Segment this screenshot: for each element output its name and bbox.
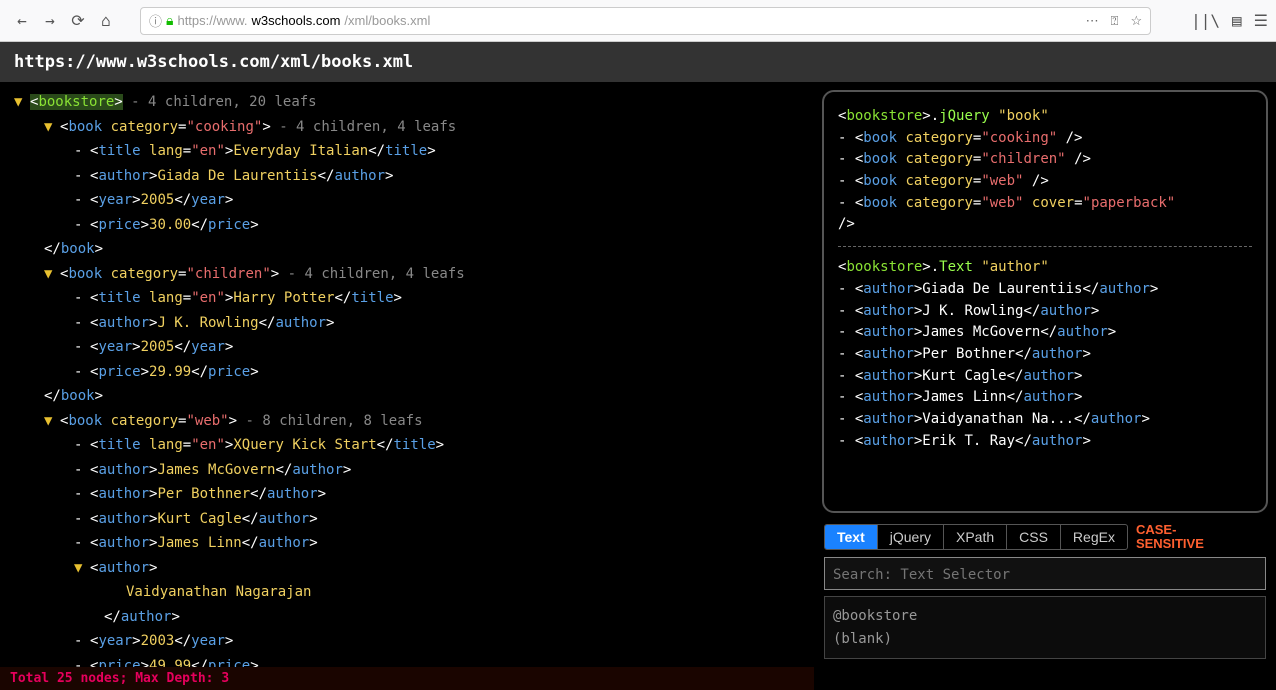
xml-tree: ▼<bookstore> - 4 children, 20 leafs▼<boo… (0, 82, 814, 667)
tab-regex[interactable]: RegEx (1061, 525, 1127, 549)
forward-button[interactable]: → (36, 7, 64, 35)
sidebar-icon[interactable]: ▤ (1232, 11, 1242, 30)
history-item[interactable]: @bookstore (833, 605, 1257, 627)
url-bar[interactable]: ⓘ 🔒︎ https://www. w3schools.com/xml/books… (140, 7, 1151, 35)
tab-xpath[interactable]: XPath (944, 525, 1007, 549)
menu-icon[interactable]: ☰ (1254, 11, 1268, 30)
tab-css[interactable]: CSS (1007, 525, 1061, 549)
history-item[interactable]: (blank) (833, 628, 1257, 650)
search-box[interactable] (824, 557, 1266, 590)
lock-icon: 🔒︎ (166, 12, 173, 29)
url-path: /xml/books.xml (344, 13, 430, 28)
expand-toggle[interactable]: ▼ (14, 90, 30, 115)
more-icon[interactable]: ⋯ (1086, 13, 1099, 29)
url-host: w3schools.com (252, 13, 341, 28)
selector-tabs: TextjQueryXPathCSSRegEx (824, 524, 1128, 550)
expand-toggle[interactable]: ▼ (44, 115, 60, 140)
browser-toolbar: ← → ⟳ ⌂ ⓘ 🔒︎ https://www. w3schools.com/x… (0, 0, 1276, 42)
query-results: <bookstore>.jQuery "book"- <book categor… (822, 90, 1268, 513)
shield-icon[interactable]: ⍰ (1111, 13, 1119, 29)
expand-toggle[interactable]: ▼ (44, 409, 60, 434)
star-icon[interactable]: ☆ (1130, 13, 1142, 29)
reload-button[interactable]: ⟳ (64, 7, 92, 35)
info-icon: ⓘ (149, 11, 162, 30)
search-input[interactable] (833, 567, 1257, 583)
library-icon[interactable]: ||\ (1191, 11, 1220, 30)
url-protocol: https://www. (177, 13, 247, 28)
tab-jquery[interactable]: jQuery (878, 525, 944, 549)
home-button[interactable]: ⌂ (92, 7, 120, 35)
status-bar: Total 25 nodes; Max Depth: 3 (0, 667, 814, 690)
back-button[interactable]: ← (8, 7, 36, 35)
expand-toggle[interactable]: ▼ (44, 262, 60, 287)
expand-toggle[interactable]: ▼ (74, 556, 90, 581)
case-sensitive-label[interactable]: CASE-SENSITIVE (1136, 523, 1204, 552)
search-history: @bookstore(blank) (824, 596, 1266, 659)
page-title: https://www.w3schools.com/xml/books.xml (0, 42, 1276, 82)
tab-text[interactable]: Text (825, 525, 878, 549)
